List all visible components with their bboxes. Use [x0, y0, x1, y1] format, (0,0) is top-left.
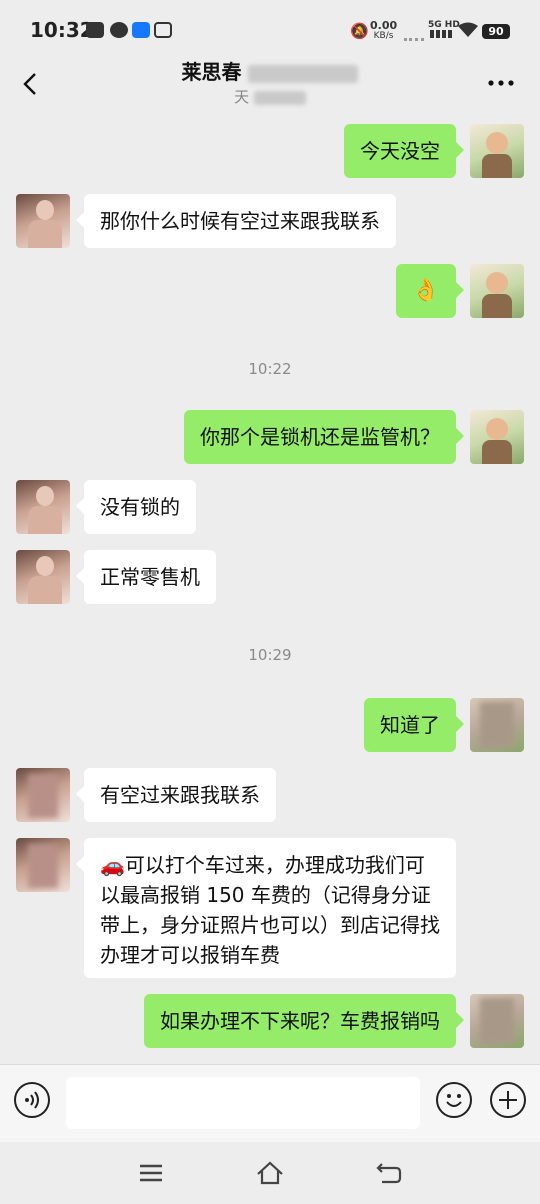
contact-avatar[interactable]	[16, 768, 70, 822]
message-timestamp: 10:22	[248, 360, 292, 378]
voice-icon	[25, 1091, 39, 1109]
net-speed-value: 0.00	[370, 19, 398, 32]
my-avatar[interactable]	[470, 264, 524, 318]
chat-title: 莱思春	[0, 56, 540, 85]
my-message-bubble[interactable]: 你那个是锁机还是监管机？	[184, 410, 464, 464]
system-nav-bar	[0, 1142, 540, 1204]
chat-header: 莱思春 天	[0, 60, 540, 114]
signal-icon-1	[404, 28, 424, 41]
input-bar	[0, 1064, 540, 1143]
message-input[interactable]	[66, 1077, 420, 1129]
status-bar: 10:32 🔕 0.00 KB/s 5G HD 90	[0, 0, 540, 62]
menu-icon[interactable]	[136, 1158, 166, 1188]
title-redaction	[248, 64, 359, 83]
contact-avatar[interactable]	[16, 838, 70, 892]
my-avatar[interactable]	[470, 994, 524, 1048]
contact-avatar[interactable]	[16, 194, 70, 248]
contact-avatar[interactable]	[16, 550, 70, 604]
contact-message-bubble[interactable]: 🚗可以打个车过来，办理成功我们可以最高报销 150 车费的（记得身分证带上，身分…	[76, 838, 456, 978]
contact-message-bubble[interactable]: 有空过来跟我联系	[76, 768, 276, 822]
my-avatar[interactable]	[470, 410, 524, 464]
more-functions-button[interactable]	[490, 1082, 526, 1118]
message-icon	[110, 22, 128, 38]
home-icon[interactable]	[255, 1158, 285, 1188]
chat-subtitle-text: 天	[234, 88, 250, 106]
my-message-bubble[interactable]: 👌	[396, 264, 464, 318]
my-avatar[interactable]	[470, 124, 524, 178]
chat-title-text: 莱思春	[181, 60, 242, 84]
my-avatar[interactable]	[470, 698, 524, 752]
more-icon[interactable]	[486, 68, 516, 98]
my-message-bubble[interactable]: 如果办理不下来呢？车费报销吗	[144, 994, 464, 1048]
net-speed: 0.00 KB/s	[370, 20, 397, 42]
app-icon	[154, 22, 172, 38]
wifi-icon	[458, 22, 478, 37]
contact-message-bubble[interactable]: 那你什么时候有空过来跟我联系	[76, 194, 396, 248]
subtitle-redaction	[253, 90, 306, 105]
contact-message-bubble[interactable]: 正常零售机	[76, 550, 216, 604]
message-timestamp: 10:29	[248, 646, 292, 664]
sim-card-icon	[86, 22, 104, 38]
my-message-bubble[interactable]: 今天没空	[344, 124, 464, 178]
net-speed-unit: KB/s	[373, 31, 394, 41]
battery-indicator: 90	[482, 24, 510, 39]
status-time: 10:32	[30, 18, 94, 42]
back-nav-icon[interactable]	[374, 1158, 404, 1188]
my-message-bubble[interactable]: 知道了	[364, 698, 464, 752]
chat-messages[interactable]: 今天没空 那你什么时候有空过来跟我联系 👌 10:22 你那个是锁机还是监管机？	[0, 114, 540, 1062]
mute-icon: 🔕	[350, 22, 369, 40]
plus-icon	[499, 1091, 517, 1109]
contact-avatar[interactable]	[16, 480, 70, 534]
contact-message-bubble[interactable]: 没有锁的	[76, 480, 196, 534]
emoji-button[interactable]	[436, 1082, 472, 1118]
emoji-icon	[446, 1094, 462, 1107]
signal-label: 5G HD	[428, 20, 460, 30]
chat-subtitle: 天	[0, 86, 540, 107]
voice-input-button[interactable]	[14, 1082, 50, 1118]
alipay-icon	[132, 22, 150, 38]
signal-icon-2	[430, 30, 452, 38]
